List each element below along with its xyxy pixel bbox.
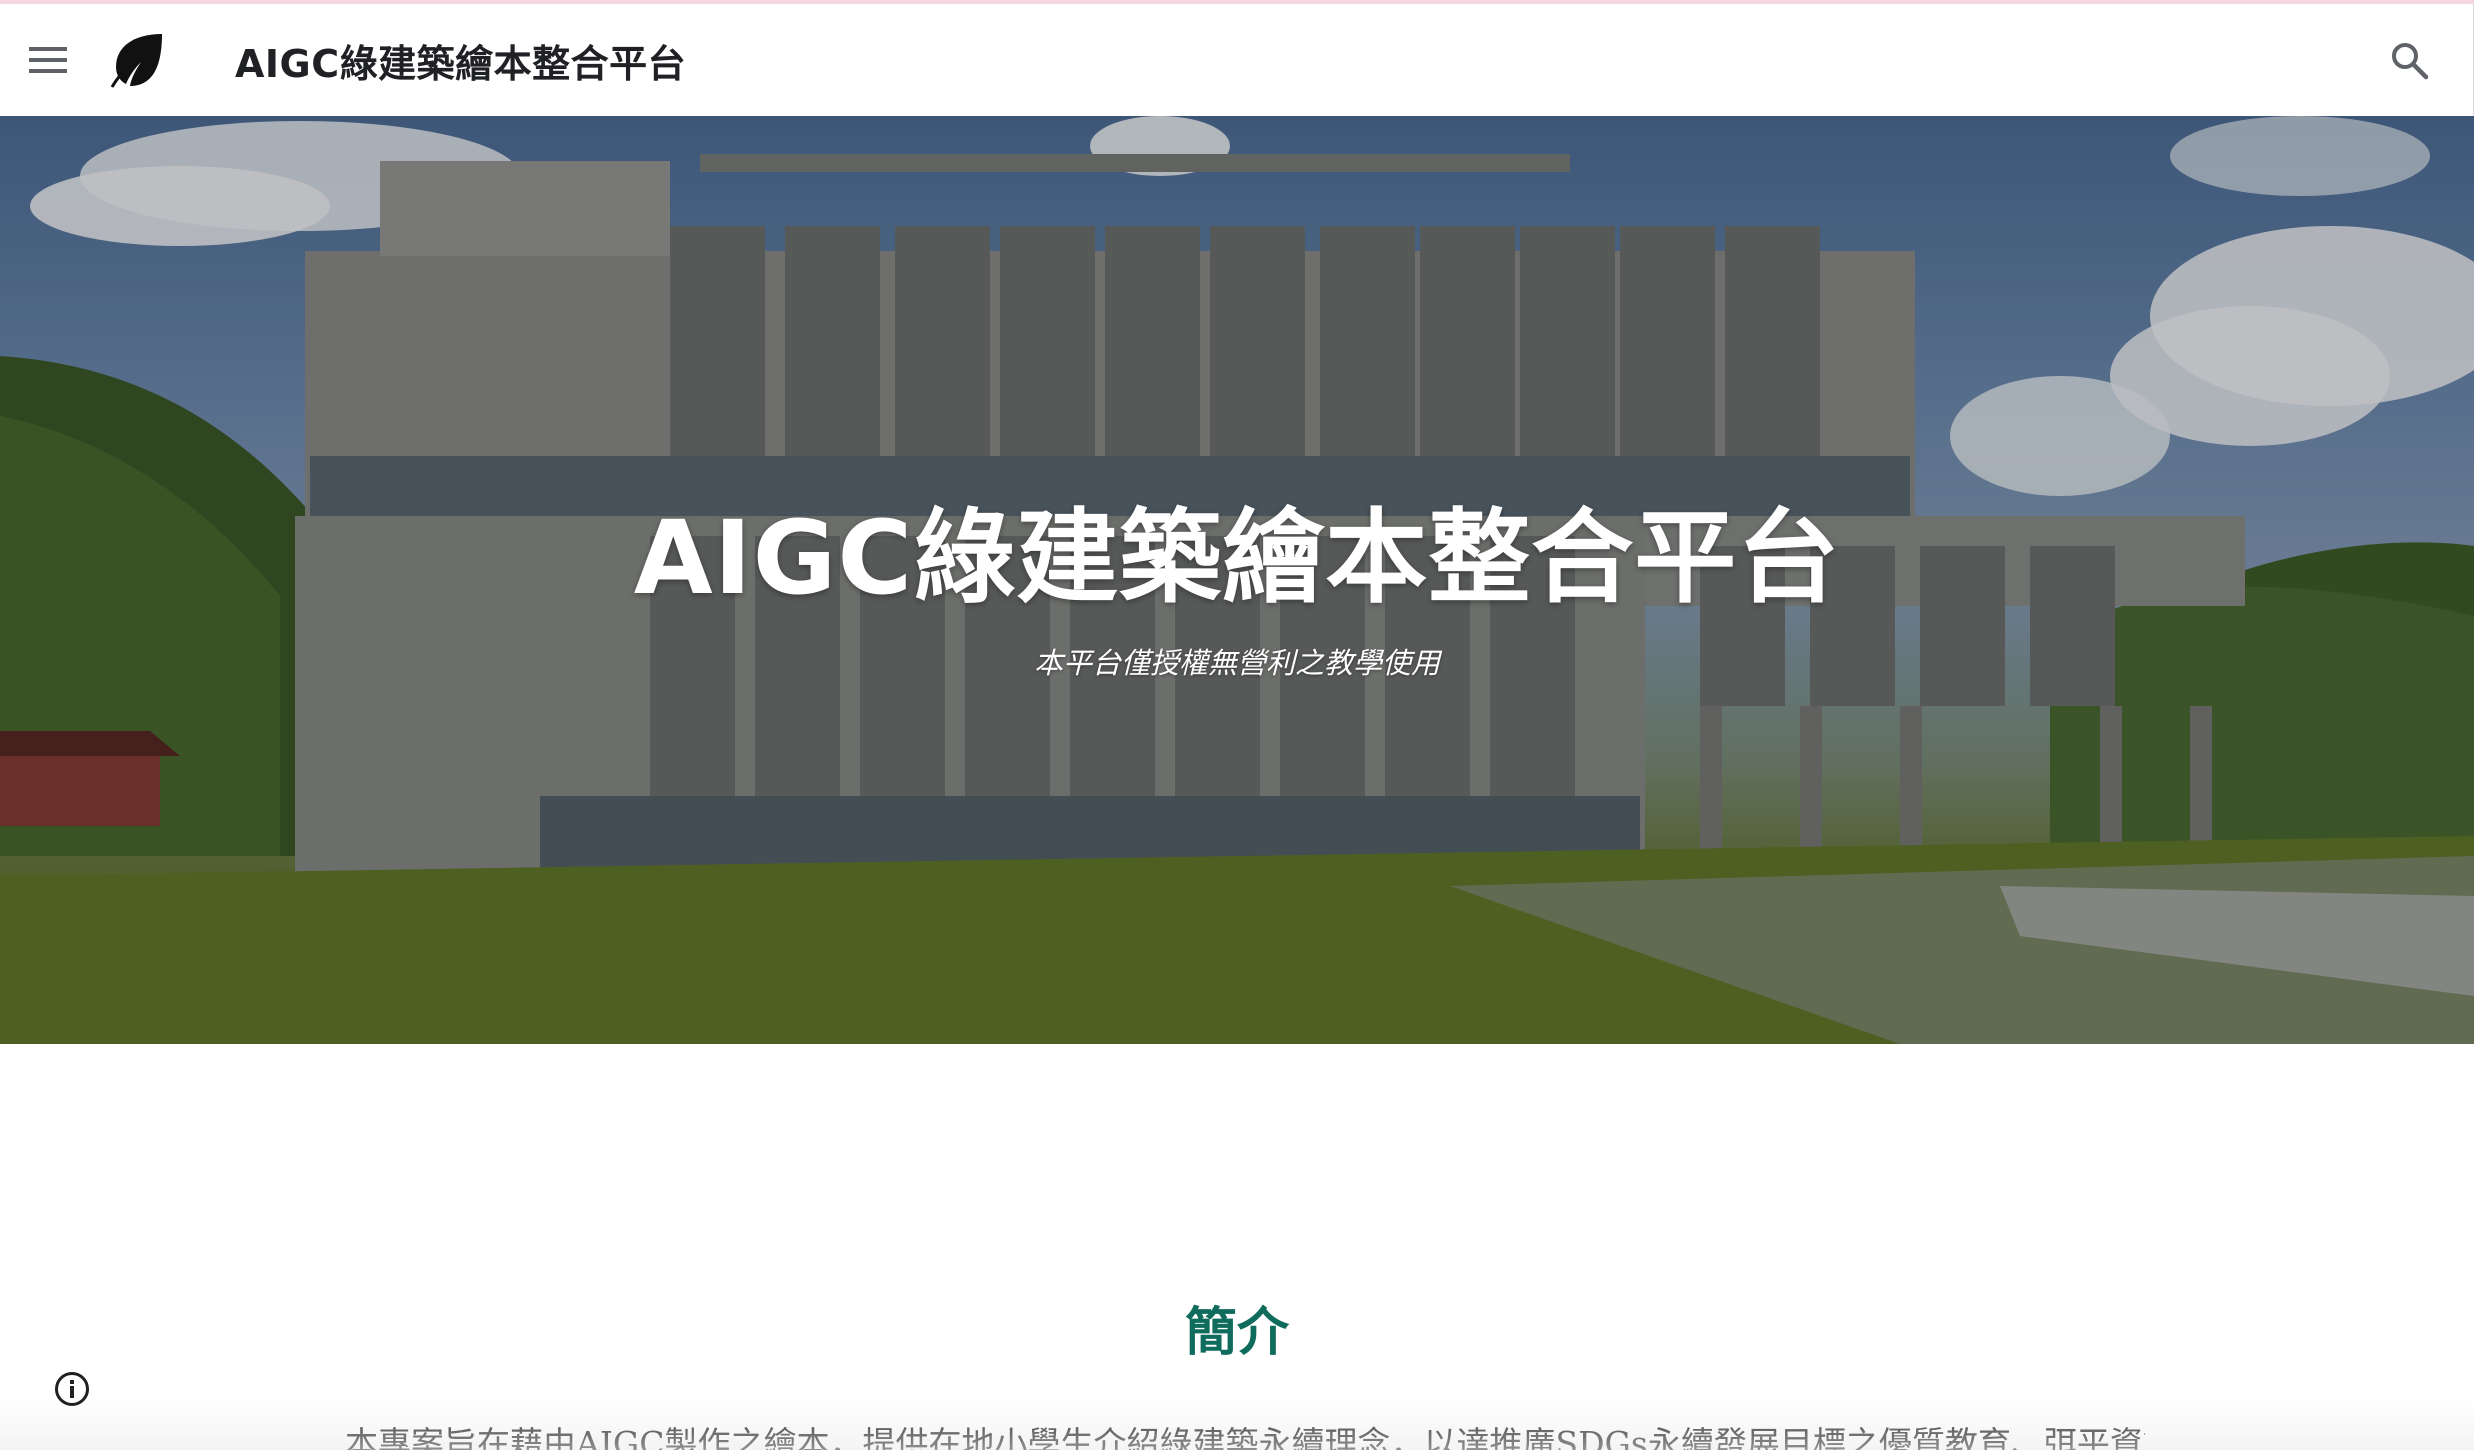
hero-subtitle: 本平台僅授權無營利之教學使用 xyxy=(1033,646,1440,680)
hamburger-menu-icon[interactable] xyxy=(3,15,93,105)
right-edge-strip xyxy=(2474,0,2482,1450)
leaf-icon[interactable] xyxy=(107,30,167,90)
info-icon[interactable] xyxy=(50,1367,94,1411)
hero-title: AIGC綠建築繪本整合平台 xyxy=(633,499,1841,618)
site-title[interactable]: AIGC綠建築繪本整合平台 xyxy=(235,33,686,88)
page: AIGC綠建築繪本整合平台 AIGC綠建築繪本整合平台 本平台僅授權無營利之教學… xyxy=(0,0,2482,1450)
hero-banner: AIGC綠建築繪本整合平台 本平台僅授權無營利之教學使用 xyxy=(0,116,2474,1044)
site-header: AIGC綠建築繪本整合平台 xyxy=(0,4,2474,116)
search-icon[interactable] xyxy=(2369,20,2449,100)
intro-paragraph: 本專案旨在藉由AIGC製作之繪本，提供在地小學生介紹綠建築永續理念，以達推廣SD… xyxy=(345,1424,2145,1450)
intro-heading: 簡介 xyxy=(1184,1302,1289,1363)
